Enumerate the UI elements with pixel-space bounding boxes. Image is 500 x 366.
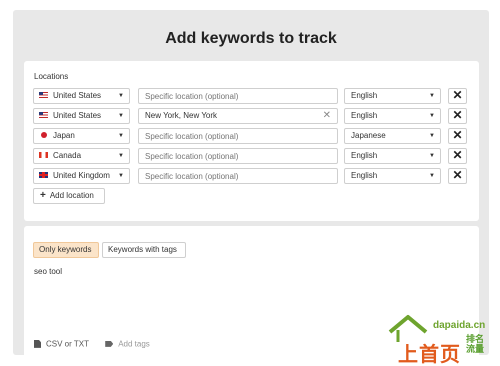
specific-location-input[interactable]: New York, New York ✕ <box>138 108 338 124</box>
tab-only-keywords[interactable]: Only keywords <box>33 242 99 258</box>
language-value: Japanese <box>351 131 386 140</box>
watermark-domain: dapaida.cn <box>433 320 486 331</box>
watermark-tagline-1: 排名 <box>466 334 485 344</box>
plus-icon: + <box>40 190 46 201</box>
tag-icon <box>105 340 114 347</box>
close-icon: ✕ <box>452 148 463 162</box>
country-select[interactable]: United States ▼ <box>33 88 130 104</box>
file-icon <box>34 339 41 348</box>
chevron-down-icon: ▼ <box>118 133 124 139</box>
keywords-footer: CSV or TXT Add tags <box>34 339 150 348</box>
remove-location-button[interactable]: ✕ <box>448 88 467 104</box>
uk-flag-icon <box>39 171 48 178</box>
remove-location-button[interactable]: ✕ <box>448 128 467 144</box>
watermark-slogan: 上首页 <box>398 344 461 366</box>
specific-location-input[interactable] <box>138 88 338 104</box>
watermark-tagline-2: 流量 <box>466 344 485 354</box>
add-tags-link[interactable]: Add tags <box>118 339 150 348</box>
country-value: Japan <box>53 131 75 140</box>
chevron-down-icon: ▼ <box>429 153 435 159</box>
close-icon: ✕ <box>452 88 463 102</box>
watermark-logo: dapaida.cn 上首页 排名 流量 <box>386 312 496 366</box>
chevron-down-icon: ▼ <box>118 93 124 99</box>
add-keywords-dialog: Add keywords to track Locations United S… <box>13 10 489 355</box>
country-value: United States <box>53 91 102 100</box>
remove-location-button[interactable]: ✕ <box>448 108 467 124</box>
close-icon: ✕ <box>452 168 463 182</box>
language-select[interactable]: English ▼ <box>344 148 441 164</box>
locations-label: Locations <box>34 72 69 81</box>
language-value: English <box>351 171 378 180</box>
ca-flag-icon <box>39 151 48 158</box>
language-select[interactable]: Japanese ▼ <box>344 128 441 144</box>
language-value: English <box>351 91 378 100</box>
language-value: English <box>351 151 378 160</box>
country-value: United States <box>53 111 102 120</box>
dialog-title: Add keywords to track <box>165 30 337 47</box>
language-select[interactable]: English ▼ <box>344 88 441 104</box>
locations-panel: Locations United States ▼ English ▼ ✕ Un… <box>24 61 479 221</box>
chevron-down-icon: ▼ <box>429 133 435 139</box>
specific-location-input[interactable] <box>138 168 338 184</box>
add-location-button[interactable]: + Add location <box>33 188 105 204</box>
keywords-textarea[interactable]: seo tool <box>34 267 62 276</box>
country-select[interactable]: United States ▼ <box>33 108 130 124</box>
chevron-down-icon: ▼ <box>429 113 435 119</box>
csv-upload-link[interactable]: CSV or TXT <box>46 339 89 348</box>
chevron-down-icon: ▼ <box>118 113 124 119</box>
country-value: United Kingdom <box>53 171 110 180</box>
language-select[interactable]: English ▼ <box>344 108 441 124</box>
language-value: English <box>351 111 378 120</box>
location-value: New York, New York <box>145 111 218 120</box>
specific-location-input[interactable] <box>138 148 338 164</box>
clear-icon[interactable]: ✕ <box>323 109 331 123</box>
watermark-tagline: 排名 流量 <box>466 334 484 354</box>
close-icon: ✕ <box>452 128 463 142</box>
language-select[interactable]: English ▼ <box>344 168 441 184</box>
chevron-down-icon: ▼ <box>118 153 124 159</box>
remove-location-button[interactable]: ✕ <box>448 168 467 184</box>
chevron-down-icon: ▼ <box>118 173 124 179</box>
country-select[interactable]: Canada ▼ <box>33 148 130 164</box>
country-select[interactable]: United Kingdom ▼ <box>33 168 130 184</box>
jp-flag-icon <box>41 131 47 138</box>
chevron-down-icon: ▼ <box>429 173 435 179</box>
country-select[interactable]: Japan ▼ <box>33 128 130 144</box>
us-flag-icon <box>39 91 48 98</box>
add-location-label: Add location <box>49 191 94 200</box>
chevron-down-icon: ▼ <box>429 93 435 99</box>
specific-location-input[interactable] <box>138 128 338 144</box>
tab-keywords-with-tags[interactable]: Keywords with tags <box>102 242 186 258</box>
remove-location-button[interactable]: ✕ <box>448 148 467 164</box>
country-value: Canada <box>53 151 82 160</box>
us-flag-icon <box>39 111 48 118</box>
close-icon: ✕ <box>452 108 463 122</box>
